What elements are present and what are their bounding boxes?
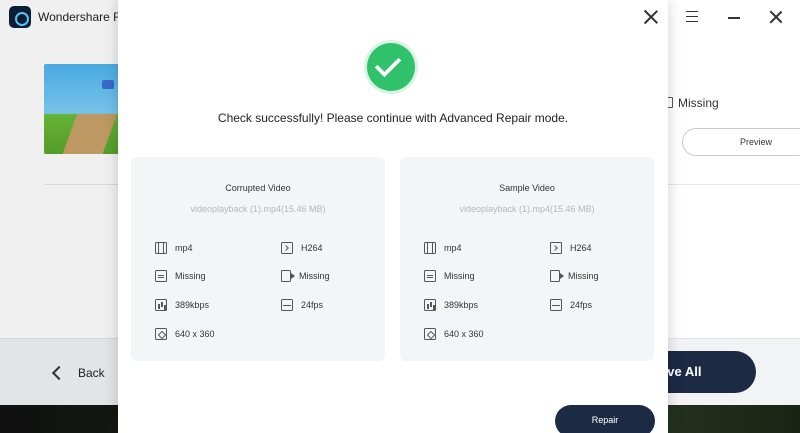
format-attr: mp4 [155, 242, 193, 254]
minimize-button[interactable] [722, 6, 746, 28]
audio-attr: Missing [424, 270, 475, 282]
background-status: Missing [664, 96, 719, 110]
codec-icon [281, 242, 293, 254]
film-icon [424, 242, 436, 254]
corrupted-video-panel: Corrupted Video videoplayback (1).mp4(15… [131, 157, 385, 361]
repair-button[interactable]: Repair [555, 405, 655, 433]
dialog-message: Check successfully! Please continue with… [217, 111, 569, 125]
fps-attr: 24fps [281, 299, 323, 311]
audio-attr: Missing [155, 270, 206, 282]
video-track-attr: Missing [550, 270, 599, 282]
fps-attr: 24fps [550, 299, 592, 311]
close-icon [769, 10, 783, 24]
minimize-icon [728, 17, 740, 19]
success-check-icon [367, 43, 415, 91]
bitrate-icon [424, 299, 436, 311]
bitrate-attr: 389kbps [155, 299, 209, 311]
document-icon [155, 270, 167, 282]
preview-button[interactable]: Preview [682, 128, 800, 156]
resolution-icon [155, 328, 167, 340]
video-track-attr: Missing [281, 270, 330, 282]
format-attr: mp4 [424, 242, 462, 254]
bitrate-attr: 389kbps [424, 299, 478, 311]
document-icon [424, 270, 436, 282]
resolution-attr: 640 x 360 [155, 328, 215, 340]
dialog-close-button[interactable] [642, 8, 660, 26]
resolution-icon [424, 328, 436, 340]
check-result-dialog: Check successfully! Please continue with… [118, 0, 668, 433]
codec-attr: H264 [550, 242, 592, 254]
panel-title: Sample Video [499, 183, 555, 193]
background-status-label: Missing [678, 96, 719, 110]
window-close-button[interactable] [764, 6, 788, 28]
fps-icon [550, 299, 562, 311]
codec-icon [550, 242, 562, 254]
film-icon [155, 242, 167, 254]
sample-video-panel: Sample Video videoplayback (1).mp4(15.46… [400, 157, 654, 361]
fps-icon [281, 299, 293, 311]
hamburger-icon [686, 11, 698, 22]
camera-icon [281, 270, 295, 282]
panel-file-name: videoplayback (1).mp4(15.46 MB) [190, 204, 326, 214]
camera-icon [550, 270, 564, 282]
resolution-attr: 640 x 360 [424, 328, 484, 340]
menu-button[interactable] [680, 6, 704, 28]
panel-file-name: videoplayback (1).mp4(15.46 MB) [459, 204, 595, 214]
panel-title: Corrupted Video [225, 183, 291, 193]
bitrate-icon [155, 299, 167, 311]
codec-attr: H264 [281, 242, 323, 254]
